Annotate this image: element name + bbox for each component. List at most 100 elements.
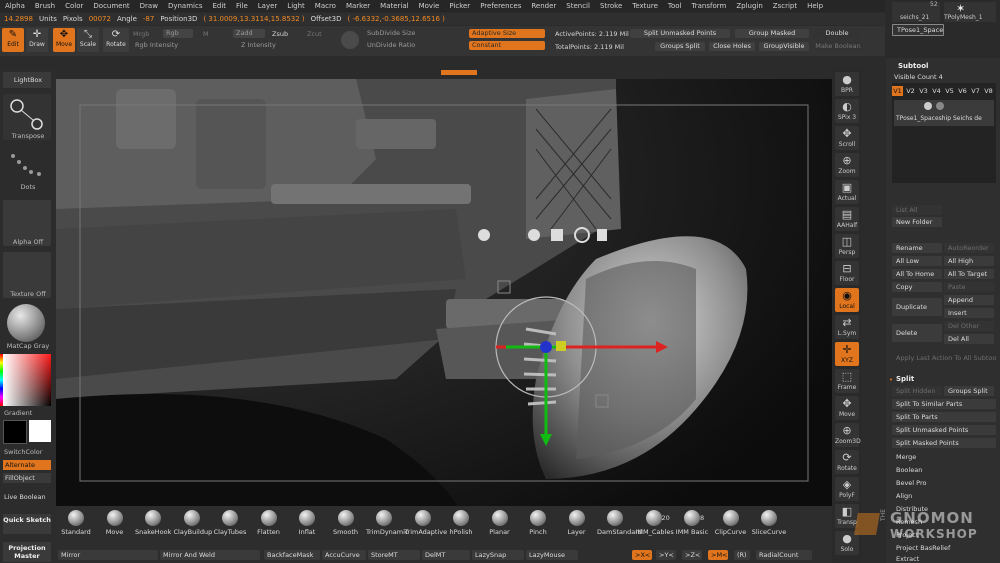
mrgb-toggle[interactable]: Mrgb (133, 30, 149, 38)
m-toggle[interactable]: M (203, 30, 209, 38)
backface-mask-button[interactable]: BackfaceMask (264, 550, 320, 560)
zadd-toggle[interactable]: Zadd (233, 29, 265, 38)
accu-curve-button[interactable]: AccuCurve (322, 550, 366, 560)
menu-item-zscript[interactable]: Zscript (768, 2, 802, 10)
project-button[interactable]: Project (892, 530, 996, 540)
paste-button[interactable]: Paste (944, 282, 994, 292)
shelf-button-frame[interactable]: ⬚ Frame (835, 369, 859, 393)
copy-button[interactable]: Copy (892, 282, 942, 292)
version-v7[interactable]: V7 (970, 86, 981, 96)
subtool-header[interactable]: Subtool (898, 62, 928, 70)
shelf-button-rotate[interactable]: ⟳ Rotate (835, 450, 859, 474)
brush-layer[interactable]: Layer (559, 510, 595, 536)
version-v5[interactable]: V5 (944, 86, 955, 96)
shelf-button-xyz[interactable]: ✛ XYZ (835, 342, 859, 366)
brush-slicecurve[interactable]: SliceCurve (751, 510, 787, 536)
rgb-toggle[interactable]: Rgb (163, 29, 193, 38)
brush-imm-basic[interactable]: IMM Basic (674, 510, 710, 536)
zcut-toggle[interactable]: Zcut (307, 30, 322, 38)
del-mt-button[interactable]: DelMT (422, 550, 470, 560)
move-button[interactable]: ✥ Move (53, 28, 75, 52)
y-axis-button[interactable]: >Y< (656, 550, 676, 560)
group-masked-button[interactable]: Group Masked (735, 29, 809, 38)
bevel-pro-button[interactable]: Bevel Pro (892, 478, 996, 488)
distribute-button[interactable]: Distribute (892, 504, 996, 514)
shelf-button-zoom3d[interactable]: ⊕ Zoom3D (835, 423, 861, 447)
rgb-intensity-slider[interactable]: Rgb Intensity (132, 41, 227, 50)
mirror-button[interactable]: Mirror (58, 550, 158, 560)
m-axis-button[interactable]: >M< (708, 550, 728, 560)
brush-flatten[interactable]: Flatten (251, 510, 287, 536)
brush-trimdynamic[interactable]: TrimDynamic (366, 510, 409, 536)
subtool-item[interactable]: TPose1_Spaceship Seichs de (894, 100, 994, 126)
canvas-tab-indicator[interactable] (441, 70, 477, 75)
dynamic-subdiv-icon[interactable] (341, 31, 359, 49)
shelf-button-spix-3[interactable]: ◐ SPix 3 (835, 99, 859, 123)
shelf-button-local[interactable]: ◉ Local (835, 288, 859, 312)
brush-damstandard[interactable]: DamStandard (597, 510, 642, 536)
subdivide-size-slider[interactable]: SubDivide Size (364, 29, 454, 38)
zsub-toggle[interactable]: Zsub (272, 30, 288, 38)
hue-slider[interactable] (0, 354, 3, 406)
menu-item-picker[interactable]: Picker (444, 2, 475, 10)
remesh-button[interactable]: Remesh (892, 517, 996, 527)
split-unmasked-button[interactable]: Split Unmasked Points (630, 29, 730, 38)
menu-item-stencil[interactable]: Stencil (561, 2, 595, 10)
rename-button[interactable]: Rename (892, 243, 942, 253)
x-axis-button[interactable]: >X< (632, 550, 652, 560)
version-v6[interactable]: V6 (957, 86, 968, 96)
all-to-home-button[interactable]: All To Home (892, 269, 942, 279)
alternate-button[interactable]: Alternate (3, 460, 51, 470)
menu-item-tool[interactable]: Tool (663, 2, 687, 10)
groups-split-panel-button[interactable]: Groups Split (944, 386, 994, 396)
scale-button[interactable]: ⤡ Scale (77, 28, 99, 52)
menu-item-color[interactable]: Color (60, 2, 88, 10)
split-parts-button[interactable]: Split To Parts (892, 412, 996, 422)
color-picker[interactable] (3, 354, 51, 406)
insert-button[interactable]: Insert (944, 308, 994, 318)
alpha-button[interactable]: Alpha Off (3, 200, 51, 246)
shelf-button-solo[interactable]: ● Solo (835, 531, 859, 555)
shelf-button-polyf[interactable]: ◈ PolyF (835, 477, 859, 501)
brush-move[interactable]: Move (97, 510, 133, 536)
brush-claytubes[interactable]: ClayTubes (212, 510, 248, 536)
all-high-button[interactable]: All High (944, 256, 994, 266)
version-v2[interactable]: V2 (905, 86, 916, 96)
brush-claybuildup[interactable]: ClayBuildup (174, 510, 212, 536)
subtool-polypaint-icon[interactable] (936, 102, 944, 110)
shelf-button-actual[interactable]: ▣ Actual (835, 180, 859, 204)
brush-smooth[interactable]: Smooth (328, 510, 364, 536)
menu-item-transform[interactable]: Transform (687, 2, 732, 10)
live-boolean-button[interactable]: Live Boolean (4, 493, 60, 501)
menu-item-document[interactable]: Document (88, 2, 134, 10)
group-visible-button[interactable]: GroupVisible (759, 42, 809, 51)
merge-button[interactable]: Merge (892, 452, 996, 462)
brush-standard[interactable]: Standard (58, 510, 94, 536)
quick-sketch-button[interactable]: Quick Sketch (3, 514, 51, 534)
viewport-render[interactable] (56, 79, 832, 563)
menu-item-file[interactable]: File (231, 2, 253, 10)
del-other-button[interactable]: Del Other (944, 321, 994, 331)
menu-item-brush[interactable]: Brush (30, 2, 60, 10)
brush-trimadaptive[interactable]: TrimAdaptive (405, 510, 447, 536)
shelf-button-floor[interactable]: ⊟ Floor (835, 261, 859, 285)
undivide-ratio-slider[interactable]: UnDivide Ratio (364, 41, 454, 50)
menu-item-edit[interactable]: Edit (207, 2, 231, 10)
append-button[interactable]: Append (944, 295, 994, 305)
align-button[interactable]: Align (892, 491, 996, 501)
menu-item-texture[interactable]: Texture (627, 2, 663, 10)
groups-split-button[interactable]: Groups Split (655, 42, 705, 51)
store-mt-button[interactable]: StoreMT (368, 550, 420, 560)
shelf-button-persp[interactable]: ◫ Persp (835, 234, 859, 258)
radial-count-button[interactable]: RadialCount (756, 550, 812, 560)
apply-last-action-button[interactable]: Apply Last Action To All Subtool (892, 353, 996, 363)
brush-inflat[interactable]: Inflat (289, 510, 325, 536)
subtool-visibility-icon[interactable] (924, 102, 932, 110)
tool-thumb-2[interactable]: ✶ TPolyMesh_1 (944, 2, 996, 22)
shelf-button-l-sym[interactable]: ⇄ L.Sym (835, 315, 859, 339)
switch-color-button[interactable]: SwitchColor (4, 448, 60, 456)
secondary-color-swatch[interactable] (3, 420, 27, 444)
z-intensity-slider[interactable]: Z Intensity (238, 41, 328, 50)
make-boolean-button[interactable]: Make Boolean (814, 42, 862, 51)
menu-item-help[interactable]: Help (802, 2, 828, 10)
